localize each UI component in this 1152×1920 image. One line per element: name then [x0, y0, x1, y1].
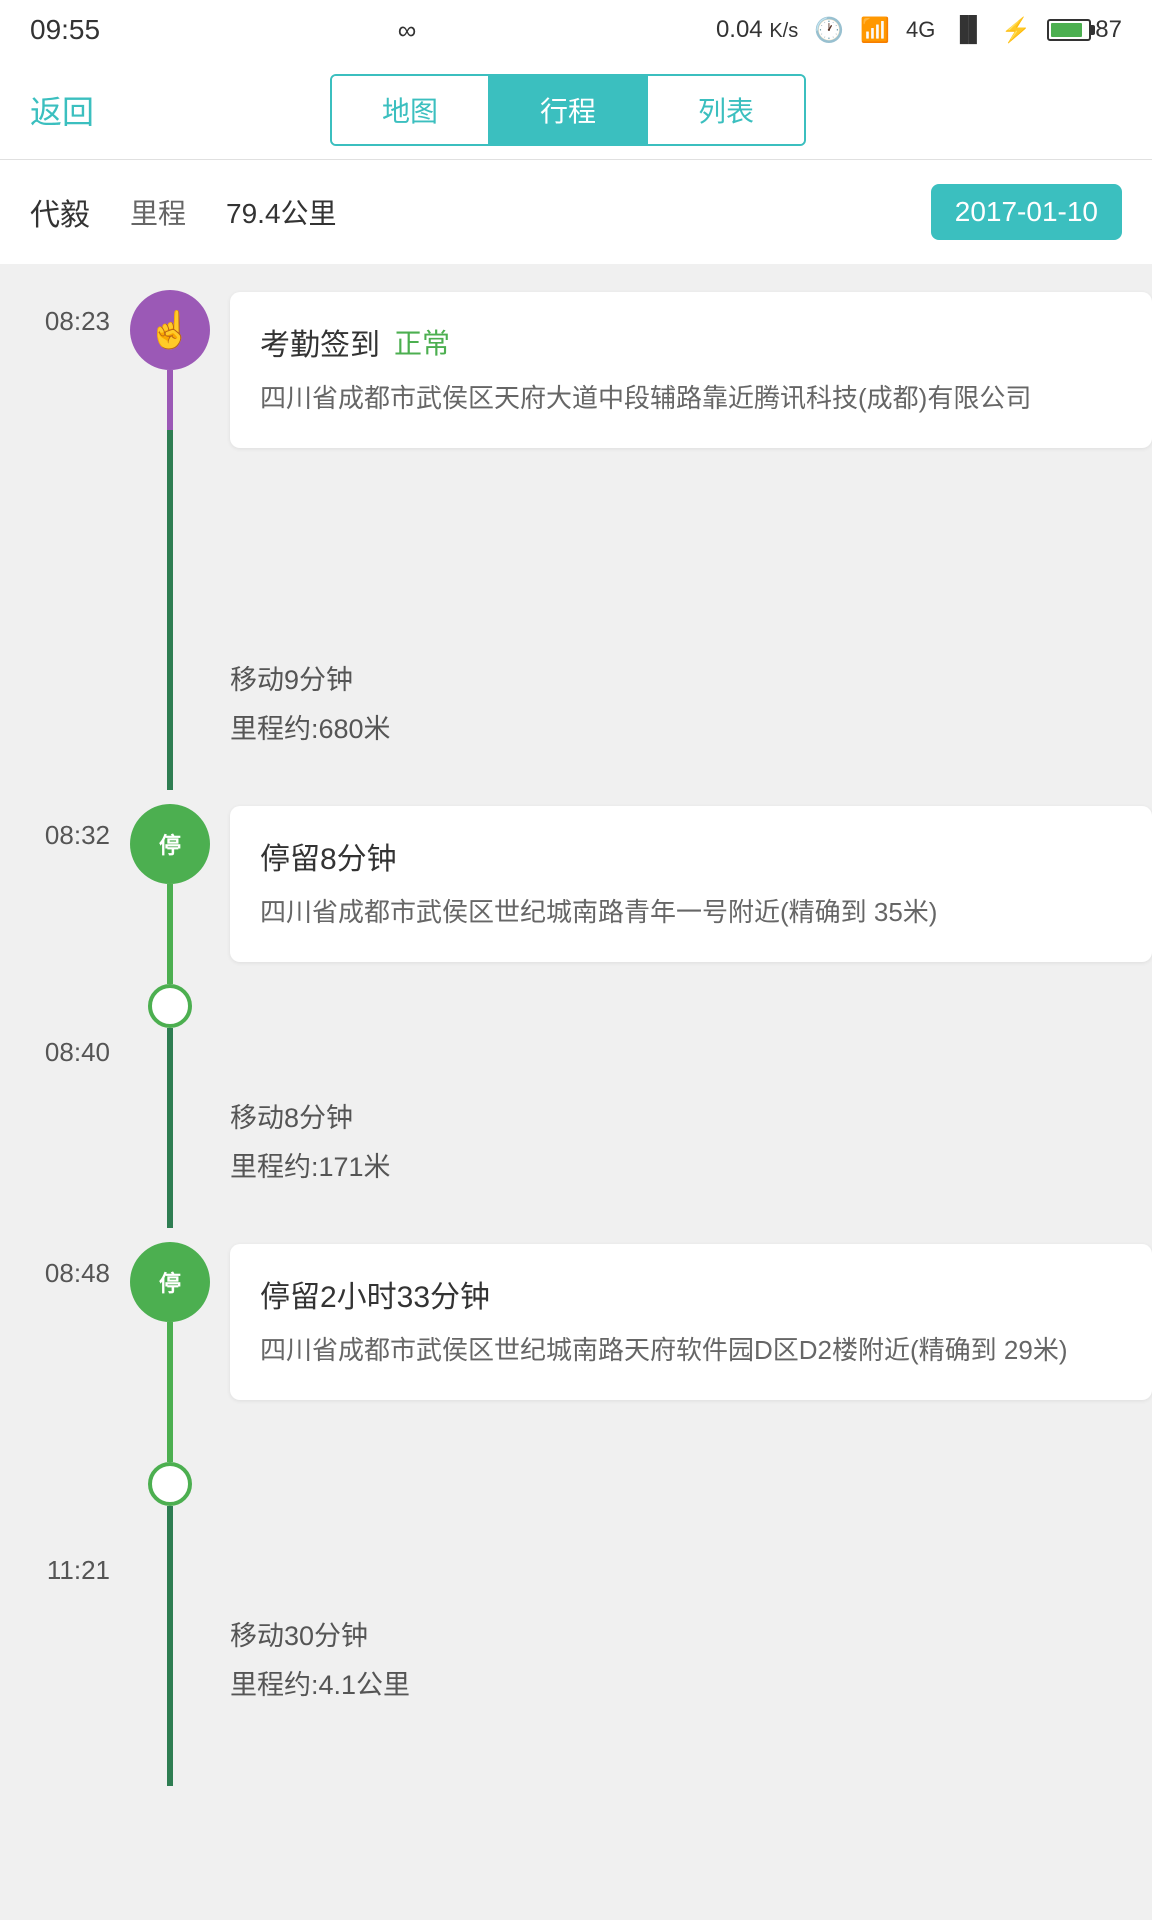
time-0823: 08:23 — [0, 276, 130, 630]
time-1121: 11:21 — [0, 1555, 130, 1586]
time-col-2: 08:32 08:40 — [0, 790, 130, 1068]
distance-label: 里程 — [130, 192, 186, 232]
status-normal: 正常 — [394, 322, 450, 362]
network-speed: 0.04 K/s — [716, 16, 798, 44]
battery-icon: 87 — [1047, 16, 1122, 44]
line-col-move2 — [130, 1068, 210, 1228]
date-badge: 2017-01-10 — [931, 184, 1122, 240]
signal-bars-icon: ▐▌ — [951, 16, 985, 44]
dot-small-2 — [148, 1462, 192, 1506]
timeline-event-3: 08:48 11:21 停 停留2小时33分钟 四川省成都市武侯区世纪城南路天府… — [0, 1228, 1152, 1586]
move-card-2: 移动8分钟 里程约:171米 — [210, 1068, 391, 1228]
nav-bar: 返回 地图 行程 列表 — [0, 60, 1152, 160]
status-right: 0.04 K/s 🕐 📶 4G ▐▌ ⚡ 87 — [716, 16, 1122, 45]
line-move1 — [167, 630, 173, 790]
dot-small-1 — [148, 984, 192, 1028]
move-duration-1: 移动9分钟 — [230, 658, 391, 697]
time-0832: 08:32 — [0, 790, 130, 851]
move-duration-2: 移动8分钟 — [230, 1096, 391, 1135]
distance-value: 79.4公里 — [226, 192, 337, 232]
fingerprint-icon: ☝ — [148, 309, 193, 351]
wifi-icon: 📶 — [860, 16, 890, 45]
move-distance-1: 里程约:680米 — [230, 707, 391, 746]
status-bar: 09:55 ∞ 0.04 K/s 🕐 📶 4G ▐▌ ⚡ 87 — [0, 0, 1152, 60]
event-card-2: 停留8分钟 四川省成都市武侯区世纪城南路青年一号附近(精确到 35米) — [230, 806, 1152, 962]
card-title-2: 停留8分钟 — [260, 834, 1122, 878]
time-0848: 08:48 — [0, 1228, 130, 1289]
dot-fingerprint: ☝ — [130, 290, 210, 370]
tab-list[interactable]: 列表 — [648, 76, 804, 144]
line-after-fp — [167, 370, 173, 430]
timeline-move-2: - 移动8分钟 里程约:171米 — [0, 1068, 1152, 1228]
info-row: 代毅 里程 79.4公里 2017-01-10 — [0, 160, 1152, 264]
move-distance-2: 里程约:171米 — [230, 1145, 391, 1184]
status-time: 09:55 — [30, 14, 100, 46]
card-col-1: 考勤签到 正常 四川省成都市武侯区天府大道中段辅路靠近腾讯科技(成都)有限公司 — [210, 276, 1152, 630]
charging-icon: ⚡ — [1001, 16, 1031, 45]
timeline-event-1: 08:23 ☝ 考勤签到 正常 四川省成都市武侯区天府大道中段辅路靠近腾讯科技(… — [0, 276, 1152, 630]
card-address-3: 四川省成都市武侯区世纪城南路天府软件园D区D2楼附近(精确到 29米) — [260, 1330, 1122, 1372]
line-dark2 — [167, 1506, 173, 1586]
dot-stop-2: 停 — [130, 1242, 210, 1322]
timeline-move-3: - 移动30分钟 里程约:4.1公里 — [0, 1586, 1152, 1786]
line-green-2 — [167, 1322, 173, 1462]
back-button[interactable]: 返回 — [30, 87, 94, 133]
event-card-1: 考勤签到 正常 四川省成都市武侯区天府大道中段辅路靠近腾讯科技(成都)有限公司 — [230, 292, 1152, 448]
signal-icon: 4G — [906, 17, 935, 43]
time-col-3: 08:48 11:21 — [0, 1228, 130, 1586]
timeline-event-2: 08:32 08:40 停 停留8分钟 四川省成都市武侯区世纪城南路青年一号附近… — [0, 790, 1152, 1068]
line-col-1: ☝ — [130, 276, 210, 630]
move-duration-3: 移动30分钟 — [230, 1614, 410, 1653]
timeline-container: 08:23 ☝ 考勤签到 正常 四川省成都市武侯区天府大道中段辅路靠近腾讯科技(… — [0, 276, 1152, 1826]
timeline-move-1: - 移动9分钟 里程约:680米 — [0, 630, 1152, 790]
tab-trip[interactable]: 行程 — [490, 76, 648, 144]
move-card-1: 移动9分钟 里程约:680米 — [210, 630, 391, 790]
tab-map[interactable]: 地图 — [332, 76, 490, 144]
dot-stop-1: 停 — [130, 804, 210, 884]
card-title-1: 考勤签到 正常 — [260, 320, 1122, 364]
move-card-3: 移动30分钟 里程约:4.1公里 — [210, 1586, 410, 1786]
line-green-1 — [167, 884, 173, 984]
card-address-2: 四川省成都市武侯区世纪城南路青年一号附近(精确到 35米) — [260, 892, 1122, 934]
move-distance-3: 里程约:4.1公里 — [230, 1663, 410, 1702]
line-col-move1 — [130, 630, 210, 790]
infinity-icon: ∞ — [398, 15, 419, 46]
card-address-1: 四川省成都市武侯区天府大道中段辅路靠近腾讯科技(成都)有限公司 — [260, 378, 1122, 420]
user-name: 代毅 — [30, 190, 90, 234]
nav-tabs: 地图 行程 列表 — [330, 74, 806, 146]
line-col-move3 — [130, 1586, 210, 1786]
line-move2 — [167, 1068, 173, 1228]
line-to-stop1 — [167, 430, 173, 630]
card-title-3: 停留2小时33分钟 — [260, 1272, 1122, 1316]
line-move3 — [167, 1586, 173, 1786]
clock-icon: 🕐 — [814, 16, 844, 45]
line-col-2: 停 — [130, 790, 210, 1068]
line-dark1 — [167, 1028, 173, 1068]
card-col-2: 停留8分钟 四川省成都市武侯区世纪城南路青年一号附近(精确到 35米) — [210, 790, 1152, 1068]
event-card-3: 停留2小时33分钟 四川省成都市武侯区世纪城南路天府软件园D区D2楼附近(精确到… — [230, 1244, 1152, 1400]
line-col-3: 停 — [130, 1228, 210, 1586]
time-0840: 08:40 — [0, 1037, 130, 1068]
card-col-3: 停留2小时33分钟 四川省成都市武侯区世纪城南路天府软件园D区D2楼附近(精确到… — [210, 1228, 1152, 1586]
